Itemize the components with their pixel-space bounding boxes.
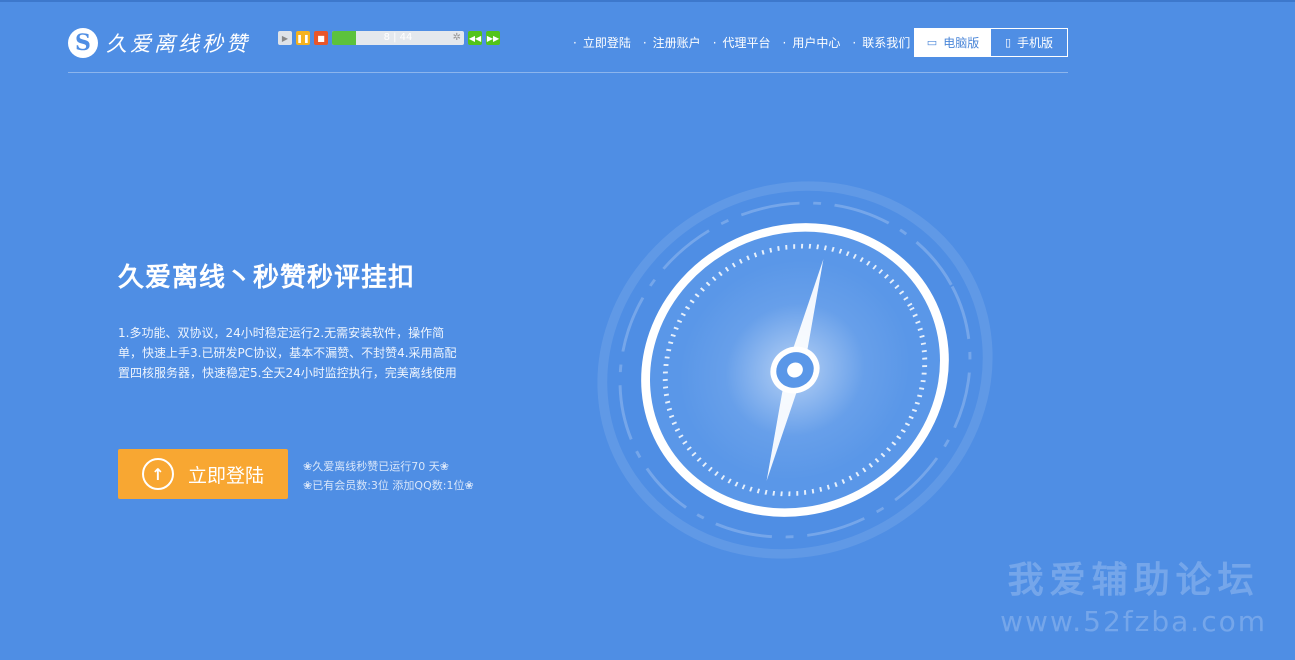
- watermark-url: www.52fzba.com: [1000, 605, 1267, 638]
- nav-register[interactable]: 注册账户: [643, 34, 701, 51]
- stats-members: ❀已有会员数:3位 添加QQ数:1位❀: [303, 479, 474, 492]
- nav-agent[interactable]: 代理平台: [713, 34, 771, 51]
- hero-title: 久爱离线丶秒赞秒评挂扣: [118, 263, 416, 293]
- monitor-icon: ▭: [926, 36, 938, 49]
- logo-text: 久爱离线秒赞: [106, 32, 250, 56]
- mobile-version-label: 手机版: [1017, 36, 1054, 50]
- music-player: ▶ ❚❚ ■ 8 | 44 ✲ ◀◀ ▶▶: [278, 30, 500, 46]
- watermark: 我爱辅助论坛 www.52fzba.com: [1000, 551, 1267, 638]
- watermark-text: 我爱辅助论坛: [1007, 560, 1260, 601]
- forward-icon[interactable]: ▶▶: [486, 31, 500, 45]
- pause-icon[interactable]: ❚❚: [296, 31, 310, 45]
- nav-contact[interactable]: 联系我们: [852, 34, 910, 51]
- loading-icon: ✲: [452, 32, 461, 43]
- logo[interactable]: S 久爱离线秒赞: [68, 27, 250, 59]
- stats-run-days: ❀久爱离线秒赞已运行70 天❀: [303, 460, 449, 473]
- desktop-version-button[interactable]: ▭ 电脑版: [915, 29, 991, 56]
- compass-illustration: [597, 181, 993, 559]
- header: S 久爱离线秒赞 ▶ ❚❚ ■ 8 | 44 ✲ ◀◀ ▶▶ 立即登陆 注册账户…: [68, 0, 1068, 73]
- main-nav: 立即登陆 注册账户 代理平台 用户中心 联系我们: [573, 34, 922, 51]
- mobile-version-button[interactable]: ▯ 手机版: [991, 29, 1067, 56]
- nav-login[interactable]: 立即登陆: [573, 34, 631, 51]
- desktop-version-label: 电脑版: [943, 36, 980, 50]
- progress-text: 8 | 44: [383, 32, 413, 43]
- phone-icon: ▯: [1004, 36, 1012, 49]
- rewind-icon[interactable]: ◀◀: [468, 31, 482, 45]
- login-button[interactable]: ↑ 立即登陆: [118, 449, 288, 499]
- site-stats: ❀久爱离线秒赞已运行70 天❀ ❀已有会员数:3位 添加QQ数:1位❀: [303, 457, 474, 495]
- stop-icon[interactable]: ■: [314, 31, 328, 45]
- arrow-up-icon: ↑: [142, 458, 174, 490]
- version-switch: ▭ 电脑版 ▯ 手机版: [914, 28, 1068, 57]
- hero-description: 1.多功能、双协议，24小时稳定运行2.无需安装软件，操作简单，快速上手3.已研…: [118, 326, 457, 380]
- logo-mark: S: [68, 28, 98, 58]
- login-button-label: 立即登陆: [188, 464, 265, 487]
- nav-user-center[interactable]: 用户中心: [783, 34, 840, 51]
- progress-bar[interactable]: 8 | 44 ✲: [332, 31, 464, 45]
- play-icon[interactable]: ▶: [278, 31, 292, 45]
